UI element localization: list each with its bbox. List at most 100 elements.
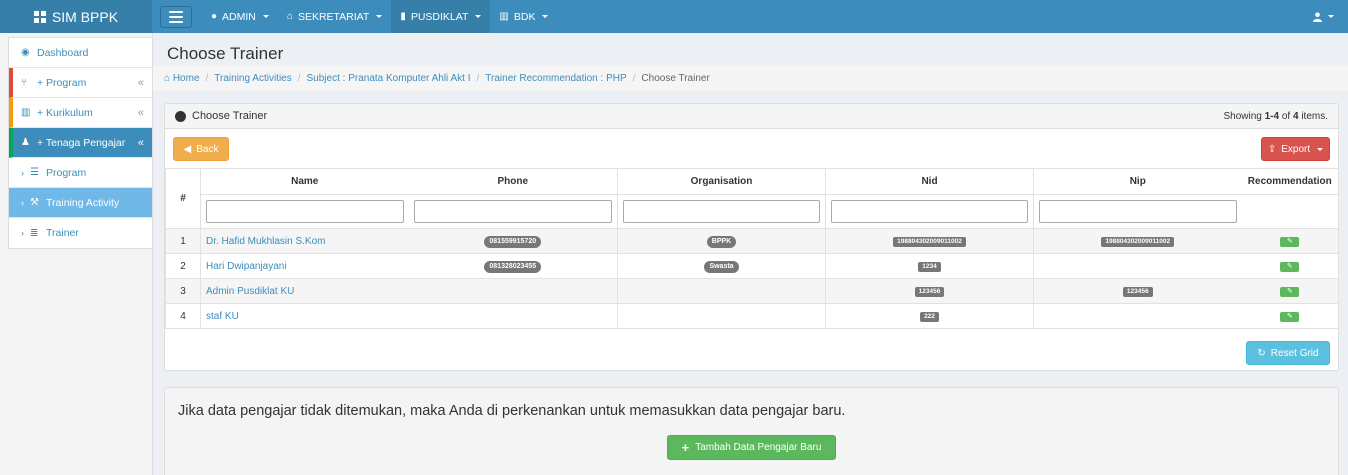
nip-filter-input[interactable] (1039, 200, 1237, 223)
breadcrumb-separator: / (476, 73, 480, 84)
nid-filter-input[interactable] (831, 200, 1028, 223)
col-header-phone[interactable]: Phone (408, 168, 618, 195)
dashboard-icon: ◉ (21, 47, 30, 58)
nav-bdk-label: BDK (513, 10, 536, 23)
summary-range: 1-4 (1264, 110, 1280, 122)
breadcrumb-subject[interactable]: Subject : Pranata Komputer Ahli Akt I (307, 73, 471, 84)
nip-cell (1033, 303, 1242, 329)
recommend-button[interactable]: ✎ (1280, 262, 1300, 272)
organisation-filter-input[interactable] (623, 200, 820, 223)
sidebar-item-sub-program[interactable]: › ☰ Program (9, 158, 152, 188)
col-header-nid[interactable]: Nid (825, 168, 1034, 195)
trainer-name-link[interactable]: Hari Dwipanjayani (206, 261, 287, 272)
breadcrumb-home[interactable]: ⌂ Home (164, 73, 200, 84)
sidebar-item-dashboard[interactable]: ◉ Dashboard (9, 38, 152, 68)
panel-heading: Choose Trainer Showing 1-4 of 4 items. (165, 104, 1338, 129)
add-trainer-label: Tambah Data Pengajar Baru (695, 442, 822, 453)
breadcrumb-trainer-recommendation[interactable]: Trainer Recommendation : PHP (485, 73, 626, 84)
grid-summary: Showing 1-4 of 4 items. (1223, 111, 1328, 122)
plus-icon: + (681, 440, 690, 455)
organisation-badge: Swasta (704, 260, 739, 273)
phone-cell (408, 278, 618, 304)
filter-cell (200, 194, 409, 229)
android-icon: ● (211, 11, 218, 22)
sidebar-item-label: + Program (37, 76, 87, 89)
name-cell: Hari Dwipanjayani (200, 253, 409, 279)
breadcrumb: ⌂ Home / Training Activities / Subject :… (153, 66, 1348, 91)
filter-cell (617, 194, 826, 229)
nav-admin[interactable]: ● ADMIN (202, 0, 278, 33)
trainer-name-link[interactable]: Dr. Hafid Mukhlasin S.Kom (206, 236, 326, 247)
nid-badge: 222 (920, 312, 939, 322)
user-menu[interactable] (1313, 0, 1334, 33)
organisation-cell: Swasta (617, 253, 826, 279)
filter-cell (825, 194, 1034, 229)
phone-cell: 081328023455 (408, 253, 618, 279)
summary-mid: of (1279, 110, 1293, 122)
phone-cell (408, 303, 618, 329)
activity-icon: ⚒ (30, 197, 39, 208)
nav-menu: ● ADMIN ⌂ SEKRETARIAT ▮ PUSDIKLAT ▥ BDK (202, 0, 557, 33)
nav-sekretariat[interactable]: ⌂ SEKRETARIAT (278, 0, 391, 33)
trainer-grid-panel: Choose Trainer Showing 1-4 of 4 items. ◀… (164, 103, 1339, 371)
organisation-badge: BPPK (706, 235, 737, 248)
add-trainer-button[interactable]: + Tambah Data Pengajar Baru (667, 435, 836, 460)
name-filter-input[interactable] (206, 200, 404, 223)
phone-cell: 081559915720 (408, 228, 618, 254)
table-row: 4 staf KU 222 ✎ (165, 303, 1339, 329)
col-header-organisation[interactable]: Organisation (617, 168, 826, 195)
breadcrumb-separator: / (297, 73, 301, 84)
nav-pusdiklat[interactable]: ▮ PUSDIKLAT (391, 0, 491, 33)
nav-bdk[interactable]: ▥ BDK (490, 0, 557, 33)
list-icon: ≣ (30, 227, 39, 239)
filter-cell (1033, 194, 1242, 229)
sidebar-item-tenaga-pengajar[interactable]: ♟ + Tenaga Pengajar « (9, 128, 152, 158)
recommend-button[interactable]: ✎ (1280, 237, 1300, 247)
row-number: 1 (165, 228, 201, 254)
table-row: 2 Hari Dwipanjayani 081328023455 Swasta … (165, 253, 1339, 279)
col-header-number: # (165, 168, 201, 229)
chevron-left-icon: « (137, 106, 144, 119)
nip-badge: 198804302009011002 (1101, 237, 1175, 247)
breadcrumb-current: Choose Trainer (641, 73, 710, 84)
name-cell: Dr. Hafid Mukhlasin S.Kom (200, 228, 409, 254)
recommend-button[interactable]: ✎ (1280, 312, 1300, 322)
sidebar-item-training-activity[interactable]: › ⚒ Training Activity (9, 188, 152, 218)
fork-icon: ⑂ (21, 77, 27, 88)
trainer-name-link[interactable]: staf KU (206, 311, 239, 322)
table-row: 3 Admin Pusdiklat KU 123456 123456 ✎ (165, 278, 1339, 304)
trainer-name-link[interactable]: Admin Pusdiklat KU (206, 286, 294, 297)
nip-cell: 198804302009011002 (1033, 228, 1242, 254)
nip-cell (1033, 253, 1242, 279)
recommend-button[interactable]: ✎ (1280, 287, 1300, 297)
recommendation-cell: ✎ (1241, 278, 1339, 304)
back-button[interactable]: ◀ Back (173, 137, 229, 161)
export-button[interactable]: ⇪ Export (1261, 137, 1330, 161)
refresh-icon: ↻ (1257, 347, 1266, 359)
list-icon: ☰ (30, 167, 39, 178)
table-row: 1 Dr. Hafid Mukhlasin S.Kom 081559915720… (165, 228, 1339, 254)
sidebar-item-label: + Tenaga Pengajar (37, 136, 126, 149)
reset-grid-button[interactable]: ↻ Reset Grid (1246, 341, 1330, 365)
organisation-cell (617, 303, 826, 329)
breadcrumb-training-activities[interactable]: Training Activities (214, 73, 291, 84)
col-header-nip[interactable]: Nip (1033, 168, 1242, 195)
sidebar-item-trainer[interactable]: › ≣ Trainer (9, 218, 152, 248)
filter-cell (1241, 194, 1339, 229)
sidebar-toggle-button[interactable] (160, 5, 192, 28)
sidebar-item-kurikulum[interactable]: ▥ + Kurikulum « (9, 98, 152, 128)
phone-filter-input[interactable] (413, 200, 612, 223)
nid-badge: 123456 (914, 287, 945, 297)
grid-icon (33, 10, 46, 23)
row-number: 4 (165, 303, 201, 329)
sidebar-item-label: Program (46, 166, 87, 179)
caret-down-icon (376, 15, 383, 18)
sidebar-item-program[interactable]: ⑂ + Program « (9, 68, 152, 98)
user-icon (1313, 12, 1322, 22)
export-button-label: Export (1281, 143, 1311, 155)
col-header-name[interactable]: Name (200, 168, 409, 195)
brand[interactable]: SIM BPPK (0, 0, 152, 33)
users-icon: ♟ (21, 137, 30, 148)
page-title: Choose Trainer (167, 44, 284, 63)
top-navbar: SIM BPPK ● ADMIN ⌂ SEKRETARIAT ▮ PUSDIKL… (0, 0, 1348, 33)
